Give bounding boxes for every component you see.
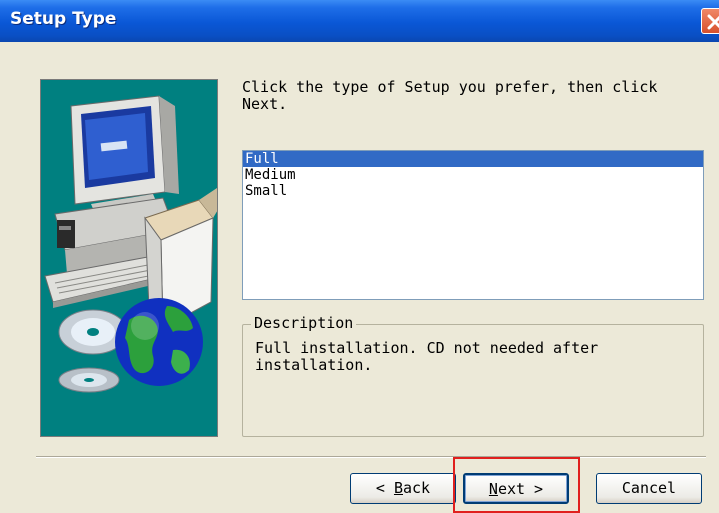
back-button-prefix: < — [375, 479, 394, 497]
window-title: Setup Type — [10, 9, 117, 29]
list-item-full[interactable]: Full — [243, 151, 703, 167]
next-button-highlight-box — [453, 457, 580, 513]
back-button-mnemonic: B — [393, 479, 403, 497]
list-item-medium[interactable]: Medium — [243, 167, 703, 183]
list-item-small[interactable]: Small — [243, 183, 703, 199]
close-icon — [707, 14, 719, 30]
back-button[interactable]: < Back — [350, 473, 456, 504]
instruction-text: Click the type of Setup you prefer, then… — [242, 78, 658, 113]
cancel-button[interactable]: Cancel — [596, 473, 702, 504]
setup-type-dialog: Setup Type Click the type of Setup you p… — [0, 0, 719, 513]
separator-line — [36, 456, 706, 458]
globe-icon — [115, 298, 203, 386]
description-text: Full installation. CD not needed after i… — [255, 339, 599, 374]
close-button[interactable] — [701, 8, 719, 34]
back-button-label: ack — [403, 479, 431, 497]
setup-type-listbox[interactable]: Full Medium Small — [242, 150, 704, 300]
description-legend: Description — [251, 314, 357, 332]
title-bar[interactable]: Setup Type — [0, 0, 719, 42]
setup-illustration — [40, 79, 218, 437]
